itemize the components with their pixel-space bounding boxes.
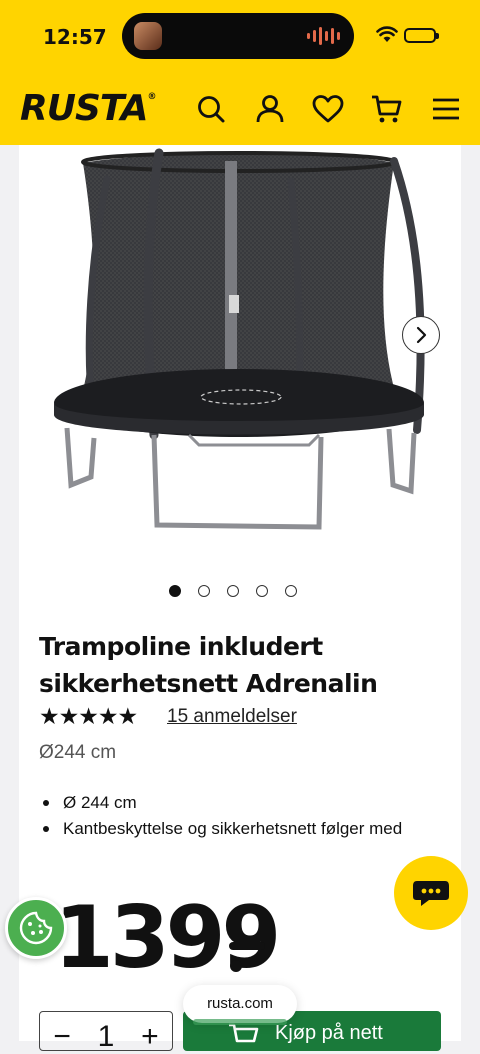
feature-list: Ø 244 cm Kantbeskyttelse og sikkerhetsne… [39, 790, 419, 842]
menu-icon[interactable] [429, 92, 463, 126]
chat-button[interactable] [394, 856, 468, 930]
product-title: Trampoline inkludert sikkerhetsnett Adre… [39, 632, 378, 698]
reviews-link[interactable]: 15 anmeldelser [167, 706, 297, 728]
gallery-dot-4[interactable] [256, 585, 268, 597]
cookie-settings-button[interactable] [5, 897, 67, 959]
battery-icon [404, 28, 439, 43]
gallery-dot-3[interactable] [227, 585, 239, 597]
user-icon[interactable] [253, 92, 287, 126]
status-bar: 12:57 [0, 0, 480, 72]
rusta-logo[interactable]: RUSTA® [20, 88, 157, 129]
chevron-right-icon [416, 326, 427, 344]
status-time: 12:57 [43, 25, 107, 49]
gallery-dot-5[interactable] [285, 585, 297, 597]
cart-icon[interactable] [370, 92, 404, 126]
url-text: rusta.com [207, 995, 273, 1012]
price-dash-mark [229, 942, 265, 950]
search-icon[interactable] [194, 92, 228, 126]
site-header: RUSTA® [0, 72, 480, 145]
product-image[interactable] [19, 145, 461, 565]
buy-label: Kjøp på nett [275, 1021, 383, 1044]
product-card: Trampoline inkludert sikkerhetsnett Adre… [19, 145, 461, 1053]
qty-value[interactable]: 1 [98, 1020, 115, 1054]
gallery-dot-1[interactable] [169, 585, 181, 597]
chat-icon [413, 881, 449, 906]
gallery-dot-2[interactable] [198, 585, 210, 597]
cart-icon [229, 1023, 259, 1043]
wifi-icon [376, 26, 398, 42]
quantity-stepper: − 1 + [39, 1011, 173, 1054]
product-size: Ø244 cm [39, 742, 117, 763]
now-playing-thumbnail [134, 22, 162, 50]
gallery-pagination [169, 585, 297, 597]
audio-wave-icon [307, 27, 340, 45]
browser-url-pill[interactable]: rusta.com [183, 985, 297, 1025]
dynamic-island [122, 13, 354, 59]
product-price: 1399 [54, 888, 281, 988]
price-dot-mark [230, 960, 242, 972]
qty-minus-button[interactable]: − [53, 1020, 71, 1054]
heart-icon[interactable] [311, 92, 345, 126]
feature-item: Ø 244 cm [39, 790, 419, 816]
trampoline-image [54, 148, 425, 530]
feature-item: Kantbeskyttelse og sikkerhetsnett følger… [39, 816, 419, 842]
qty-plus-button[interactable]: + [141, 1020, 159, 1054]
next-image-button[interactable] [402, 316, 440, 354]
cookie-icon [19, 911, 53, 945]
loading-bar [193, 1019, 287, 1025]
rating-stars: ★★★★★ [39, 703, 138, 729]
